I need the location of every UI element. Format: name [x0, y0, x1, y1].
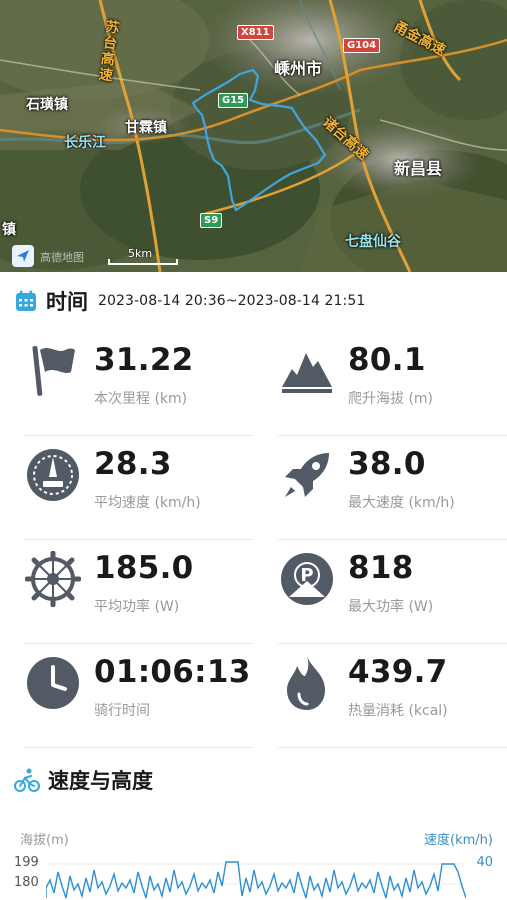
stat-ride-time: 01:06:13 骑行时间 — [24, 644, 254, 748]
map-label-shengzhou: 嵊州市 — [274, 59, 323, 78]
stat-label: 爬升海拔 (m) — [348, 391, 434, 407]
stat-value: 185.0 — [94, 550, 194, 586]
stat-max-power: P 818 最大功率 (W) — [278, 540, 507, 644]
stat-label: 本次里程 (km) — [94, 391, 188, 407]
stat-label: 平均速度 (km/h) — [94, 495, 201, 511]
road-badge-g104: G104 — [343, 38, 381, 53]
stat-value: 80.1 — [348, 342, 426, 378]
stat-elevation-gain: 80.1 爬升海拔 (m) — [278, 332, 507, 436]
map-label-xinchang: 新昌县 — [394, 159, 443, 178]
stat-avg-power: 185.0 平均功率 (W) — [24, 540, 254, 644]
time-range: 2023-08-14 20:36~2023-08-14 21:51 — [98, 293, 366, 309]
altitude-tick: 199 — [14, 855, 39, 870]
road-badge-g15: G15 — [218, 93, 249, 108]
svg-text:P: P — [300, 565, 313, 586]
divider — [278, 747, 507, 748]
flag-icon — [24, 342, 82, 400]
map-label-zhen: 镇 — [2, 222, 16, 238]
stat-value: 818 — [348, 550, 414, 586]
flame-icon — [278, 654, 336, 712]
stat-avg-speed: 28.3 平均速度 (km/h) — [24, 436, 254, 540]
stat-label: 最大功率 (W) — [348, 599, 434, 615]
altitude-axis-title: 海拔(m) — [20, 833, 69, 848]
amap-logo-icon — [12, 245, 34, 267]
road-badge-x811: X811 — [237, 25, 274, 40]
speed-series-line — [46, 861, 466, 899]
mountain-icon — [278, 342, 336, 400]
map-label-ganlin: 甘霖镇 — [125, 120, 167, 136]
stat-max-speed: 38.0 最大速度 (km/h) — [278, 436, 507, 540]
route-map[interactable]: 苏台高速 甬金高速 诸台高速 G104 X811 G15 S9 嵊州市 新昌县 … — [0, 0, 507, 272]
time-section: 时间 2023-08-14 20:36~2023-08-14 21:51 — [14, 286, 365, 316]
map-label-changle-river: 长乐江 — [64, 135, 106, 151]
stat-label: 最大速度 (km/h) — [348, 495, 455, 511]
map-logo-text: 高德地图 — [40, 251, 84, 264]
stat-calories: 439.7 热量消耗 (kcal) — [278, 644, 507, 748]
cyclist-icon — [14, 768, 40, 792]
stat-distance: 31.22 本次里程 (km) — [24, 332, 254, 436]
altitude-tick: 180 — [14, 875, 39, 890]
calendar-icon — [16, 290, 36, 311]
stat-value: 31.22 — [94, 342, 194, 378]
speed-axis-title: 速度(km/h) — [424, 833, 493, 848]
time-title: 时间 — [46, 290, 88, 314]
stat-value: 01:06:13 — [94, 654, 251, 690]
clock-icon — [24, 654, 82, 712]
map-label-shihuang: 石璜镇 — [26, 97, 68, 113]
map-label-qipan: 七盘仙谷 — [345, 234, 401, 250]
gear-wheel-icon — [24, 550, 82, 608]
stat-label: 骑行时间 — [94, 703, 150, 719]
speed-altitude-title: 速度与高度 — [48, 769, 153, 793]
speed-altitude-section: 速度与高度 — [14, 764, 163, 796]
speed-altitude-chart[interactable] — [46, 858, 466, 900]
speed-tick: 40 — [476, 855, 493, 870]
stat-label: 热量消耗 (kcal) — [348, 703, 448, 719]
stat-value: 38.0 — [348, 446, 426, 482]
power-peak-icon: P — [278, 550, 336, 608]
map-scale-bar — [108, 259, 178, 265]
road-badge-s9: S9 — [200, 213, 223, 228]
stat-label: 平均功率 (W) — [94, 599, 180, 615]
speedometer-icon — [24, 446, 82, 504]
stat-value: 28.3 — [94, 446, 172, 482]
stat-value: 439.7 — [348, 654, 448, 690]
divider — [24, 747, 254, 748]
rocket-icon — [278, 446, 336, 504]
